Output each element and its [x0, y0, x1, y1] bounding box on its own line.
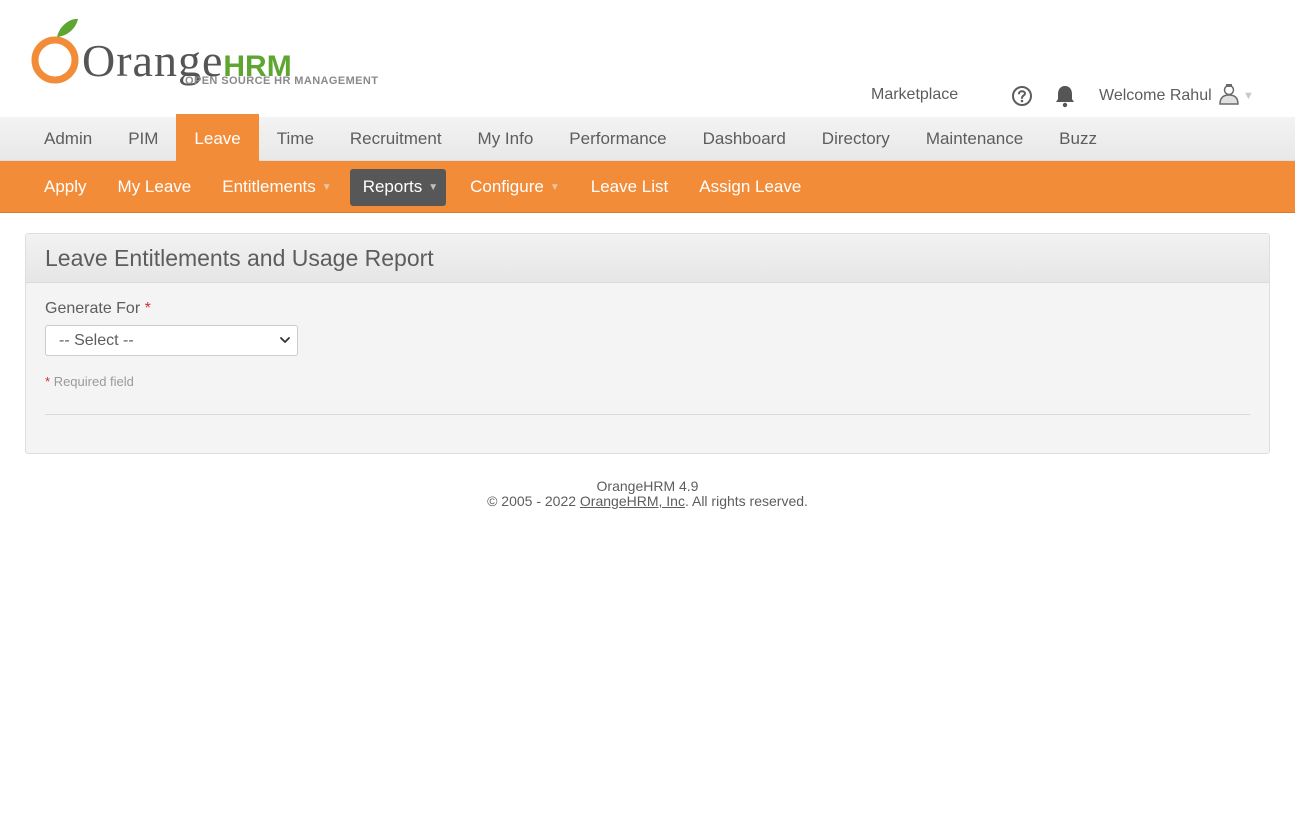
chevron-down-icon: [280, 337, 290, 343]
orangehrm-logo[interactable]: OrangeHRM OPEN SOURCE HR MANAGEMENT: [30, 16, 390, 92]
header: OrangeHRM OPEN SOURCE HR MANAGEMENT Mark…: [0, 0, 1295, 117]
main-menu: Admin PIM Leave Time Recruitment My Info…: [0, 114, 1295, 161]
menu-recruitment[interactable]: Recruitment: [332, 117, 460, 161]
submenu-reports-label: Reports: [362, 177, 423, 196]
required-star: *: [45, 374, 51, 389]
chevron-down-icon: ▼: [321, 181, 332, 193]
divider: [45, 414, 1250, 415]
submenu-assign-leave[interactable]: Assign Leave: [681, 169, 814, 206]
submenu-leave-list[interactable]: Leave List: [573, 169, 682, 206]
submenu-my-leave-label: My Leave: [117, 177, 192, 196]
submenu-my-leave[interactable]: My Leave: [100, 169, 205, 206]
company-link[interactable]: OrangeHRM, Inc: [580, 493, 685, 509]
help-circle-icon[interactable]: [1011, 85, 1033, 107]
menu-my-info[interactable]: My Info: [460, 117, 552, 161]
footer: OrangeHRM 4.9 © 2005 - 2022 OrangeHRM, I…: [0, 479, 1295, 509]
menu-time[interactable]: Time: [259, 117, 332, 161]
welcome-user-menu[interactable]: Welcome Rahul: [1099, 87, 1212, 105]
report-panel: Leave Entitlements and Usage Report Gene…: [25, 233, 1270, 454]
menu-performance[interactable]: Performance: [551, 117, 684, 161]
submenu-reports[interactable]: Reports ▼: [349, 168, 447, 206]
chevron-down-icon: ▼: [549, 181, 560, 193]
submenu-configure-label: Configure: [470, 177, 544, 196]
menu-admin[interactable]: Admin: [26, 117, 110, 161]
bell-icon[interactable]: [1054, 84, 1076, 108]
chevron-down-icon: ▼: [428, 181, 439, 193]
menu-directory[interactable]: Directory: [804, 117, 908, 161]
submenu-configure[interactable]: Configure ▼: [452, 169, 573, 206]
copyright-prefix: © 2005 - 2022: [487, 493, 580, 509]
menu-pim[interactable]: PIM: [110, 117, 176, 161]
copyright-suffix: . All rights reserved.: [684, 493, 808, 509]
submenu-apply-label: Apply: [44, 177, 87, 196]
page-title: Leave Entitlements and Usage Report: [45, 244, 434, 271]
submenu-assign-leave-label: Assign Leave: [699, 177, 802, 196]
select-value: -- Select --: [59, 331, 134, 349]
generate-for-select[interactable]: -- Select --: [45, 325, 298, 356]
panel-body: Generate For * -- Select -- * Required f…: [26, 283, 1269, 415]
submenu-apply[interactable]: Apply: [26, 169, 100, 206]
menu-dashboard[interactable]: Dashboard: [685, 117, 804, 161]
panel-header: Leave Entitlements and Usage Report: [26, 234, 1269, 283]
submenu-entitlements[interactable]: Entitlements ▼: [204, 169, 344, 206]
menu-maintenance[interactable]: Maintenance: [908, 117, 1041, 161]
footer-version: OrangeHRM 4.9: [596, 478, 699, 494]
chevron-down-icon[interactable]: ▼: [1243, 90, 1254, 102]
leave-sub-menu: Apply My Leave Entitlements ▼ Reports ▼ Co…: [0, 161, 1295, 213]
required-star: *: [144, 300, 151, 317]
menu-leave[interactable]: Leave: [176, 114, 259, 161]
submenu-entitlements-label: Entitlements: [222, 177, 316, 196]
generate-for-label: Generate For *: [45, 300, 1250, 318]
generate-for-text: Generate For: [45, 300, 141, 317]
menu-buzz[interactable]: Buzz: [1041, 117, 1115, 161]
submenu-leave-list-label: Leave List: [590, 177, 669, 196]
logo-tagline: OPEN SOURCE HR MANAGEMENT: [185, 75, 379, 87]
user-avatar-icon[interactable]: [1218, 83, 1240, 105]
required-field-note: * Required field: [45, 374, 1250, 389]
required-note-text: Required field: [53, 374, 134, 389]
footer-copyright: © 2005 - 2022 OrangeHRM, Inc. All rights…: [0, 494, 1295, 509]
marketplace-link[interactable]: Marketplace: [871, 86, 958, 104]
